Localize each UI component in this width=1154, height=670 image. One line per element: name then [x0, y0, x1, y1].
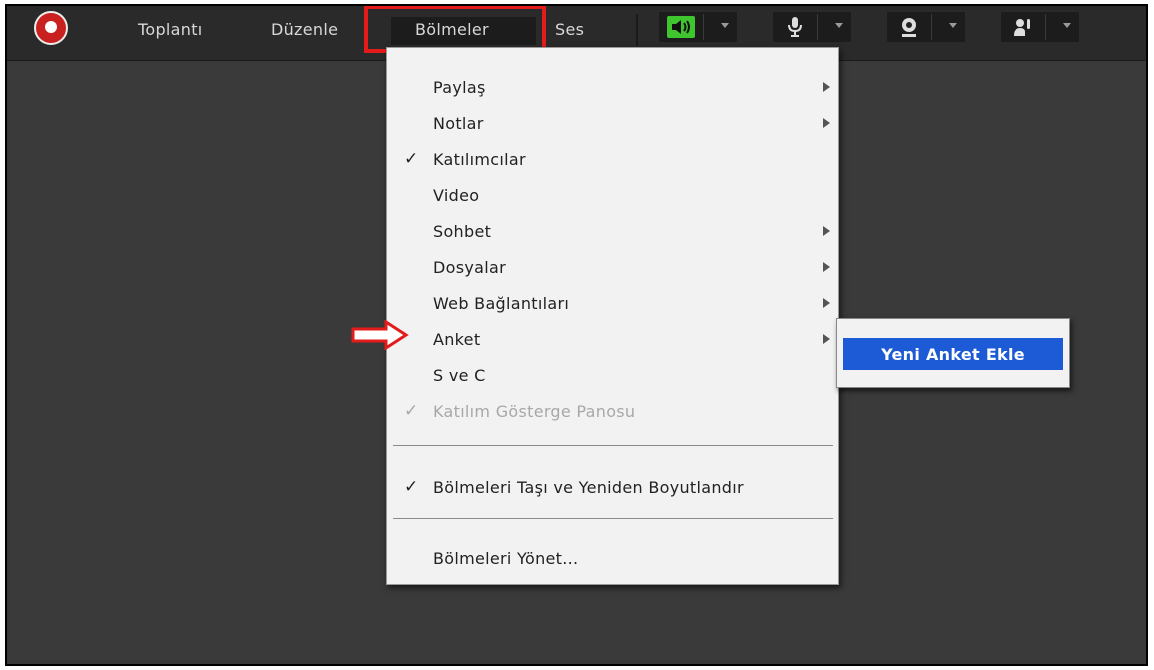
webcam-icon[interactable]: [895, 16, 923, 38]
menu-item-anket[interactable]: Anket: [433, 330, 480, 349]
speaker-icon[interactable]: [667, 16, 695, 38]
menu-item-sohbet[interactable]: Sohbet: [433, 222, 491, 241]
submenu-arrow-icon: [823, 82, 830, 92]
speaker-tool[interactable]: [659, 12, 737, 42]
microphone-tool[interactable]: [773, 12, 851, 42]
menu-divider: [393, 518, 833, 519]
raise-hand-tool[interactable]: [1001, 12, 1079, 42]
checkmark-icon: ✓: [404, 477, 419, 497]
menu-item-katilim-gosterge-panosu: Katılım Gösterge Panosu: [433, 402, 636, 421]
menu-ses[interactable]: Ses: [555, 20, 584, 39]
menubar-divider: [636, 14, 638, 46]
menu-item-notlar[interactable]: Notlar: [433, 114, 484, 133]
raise-hand-icon[interactable]: [1009, 16, 1037, 38]
menu-item-paylas[interactable]: Paylaş: [433, 78, 486, 97]
menu-item-web-baglantilari[interactable]: Web Bağlantıları: [433, 294, 569, 313]
logo-icon: [34, 11, 68, 45]
menu-divider: [393, 445, 833, 446]
chevron-down-icon[interactable]: [1063, 23, 1071, 28]
chevron-down-icon[interactable]: [721, 23, 729, 28]
submenu-arrow-icon: [823, 226, 830, 236]
menu-item-katilimcilar[interactable]: Katılımcılar: [433, 150, 526, 169]
bolmeler-dropdown-menu: Paylaş Notlar ✓ Katılımcılar Video Sohbe…: [386, 47, 839, 585]
chevron-down-icon[interactable]: [949, 23, 957, 28]
webcam-tool[interactable]: [887, 12, 965, 42]
menu-toplanti[interactable]: Toplantı: [138, 20, 203, 39]
menu-item-dosyalar[interactable]: Dosyalar: [433, 258, 506, 277]
menu-item-bolmeleri-tasi[interactable]: Bölmeleri Taşı ve Yeniden Boyutlandır: [433, 478, 744, 497]
menu-duzenle[interactable]: Düzenle: [271, 20, 338, 39]
submenu-arrow-icon: [823, 118, 830, 128]
menu-item-s-ve-c[interactable]: S ve C: [433, 366, 486, 385]
submenu-arrow-icon: [823, 262, 830, 272]
submenu-arrow-icon: [823, 298, 830, 308]
anket-submenu: Yeni Anket Ekle: [836, 318, 1070, 388]
checkmark-icon: ✓: [404, 149, 419, 169]
chevron-down-icon[interactable]: [835, 23, 843, 28]
checkmark-icon: ✓: [404, 401, 419, 421]
menu-item-video[interactable]: Video: [433, 186, 479, 205]
submenu-item-yeni-anket-ekle[interactable]: Yeni Anket Ekle: [843, 338, 1063, 370]
red-arrow-icon: [351, 320, 409, 350]
submenu-arrow-icon: [823, 334, 830, 344]
microphone-icon[interactable]: [781, 16, 809, 38]
menu-item-bolmeleri-yonet[interactable]: Bölmeleri Yönet...: [433, 549, 578, 568]
highlight-box: [364, 6, 546, 53]
